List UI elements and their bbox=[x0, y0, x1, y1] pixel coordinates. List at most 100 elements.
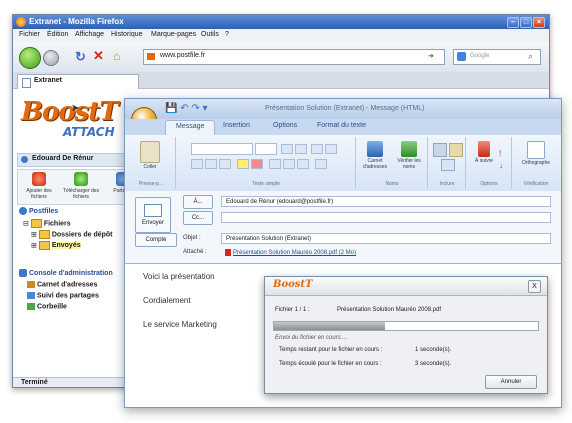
address-book-label: Carnet d'adresses bbox=[362, 158, 388, 170]
bullets-icon[interactable] bbox=[311, 144, 323, 154]
tree-corbeille-label: Corbeille bbox=[37, 303, 67, 311]
tree-postfiles[interactable]: Postfiles bbox=[19, 207, 58, 215]
menu-outils[interactable]: Outils bbox=[201, 31, 219, 38]
to-field[interactable]: Edouard de Rénur (edouard@postfile.fr) bbox=[221, 196, 551, 207]
status-text: Terminé bbox=[21, 379, 48, 386]
expand-icon[interactable]: ⊞ bbox=[31, 242, 39, 249]
bold-icon[interactable] bbox=[191, 159, 203, 169]
go-arrow-icon[interactable]: ➜ bbox=[428, 52, 434, 60]
tree-fichiers[interactable]: ⊟ Fichiers bbox=[23, 219, 71, 228]
group-include: Inclure bbox=[429, 137, 466, 189]
tree-corbeille[interactable]: Corbeille bbox=[27, 303, 67, 310]
file-counter: Fichier 1 / 1 : bbox=[275, 307, 310, 313]
importance-high-icon[interactable]: ! bbox=[499, 149, 501, 158]
menu-fichier[interactable]: Fichier bbox=[19, 31, 40, 38]
font-color-icon[interactable] bbox=[251, 159, 263, 169]
align-right-icon[interactable] bbox=[297, 159, 309, 169]
tree-carnet[interactable]: Carnet d'adresses bbox=[27, 281, 97, 288]
home-icon[interactable]: ⌂ bbox=[113, 49, 120, 63]
folder-icon bbox=[30, 219, 42, 228]
tab-strip: Extranet bbox=[13, 72, 549, 89]
follow-up-button[interactable]: À suivre bbox=[471, 141, 497, 164]
minimize-button[interactable]: – bbox=[507, 17, 519, 28]
tab-extranet[interactable]: Extranet bbox=[17, 74, 139, 89]
shrink-font-icon[interactable] bbox=[295, 144, 307, 154]
spelling-button[interactable]: Orthographe bbox=[517, 141, 555, 166]
console-icon bbox=[19, 269, 27, 277]
group-label: Presse-p... bbox=[138, 181, 164, 187]
flag-icon bbox=[478, 141, 490, 157]
account-button[interactable]: Compte bbox=[135, 233, 177, 247]
cc-field[interactable] bbox=[221, 212, 551, 223]
navigation-toolbar: ↻ ✕ ⌂ www.postfile.fr ➜ Google ⌕ bbox=[13, 42, 549, 73]
folder-icon bbox=[38, 241, 50, 250]
paste-label: Coller bbox=[143, 164, 157, 170]
attach-file-icon[interactable] bbox=[433, 143, 447, 157]
maximize-button[interactable]: □ bbox=[520, 17, 532, 28]
progress-fill bbox=[274, 322, 385, 330]
attach-item-icon[interactable] bbox=[449, 143, 463, 157]
italic-icon[interactable] bbox=[205, 159, 217, 169]
importance-low-icon[interactable]: ↓ bbox=[499, 161, 503, 170]
align-center-icon[interactable] bbox=[283, 159, 295, 169]
address-book-button[interactable]: Carnet d'adresses bbox=[359, 141, 391, 170]
search-icon[interactable]: ⌕ bbox=[528, 51, 533, 62]
numbering-icon[interactable] bbox=[325, 144, 337, 154]
menu-marque-pages[interactable]: Marque-pages bbox=[151, 31, 196, 38]
back-arrow-icon[interactable] bbox=[19, 47, 41, 69]
to-button[interactable]: À... bbox=[183, 195, 213, 209]
cancel-button[interactable]: Annuler bbox=[485, 375, 537, 389]
expand-icon[interactable]: ⊟ bbox=[23, 220, 31, 227]
underline-icon[interactable] bbox=[219, 159, 231, 169]
grow-font-icon[interactable] bbox=[281, 144, 293, 154]
spelling-label: Orthographe bbox=[521, 160, 551, 166]
forward-arrow-icon[interactable] bbox=[43, 50, 59, 66]
cc-button[interactable]: Cc... bbox=[183, 211, 213, 225]
check-names-label: Vérifier les noms bbox=[397, 158, 421, 170]
send-button[interactable]: Envoyer bbox=[135, 197, 171, 233]
menu-edition[interactable]: Édition bbox=[47, 31, 68, 38]
highlight-icon[interactable] bbox=[237, 159, 249, 169]
url-bar[interactable]: www.postfile.fr ➜ bbox=[143, 49, 445, 65]
dialog-close-button[interactable]: X bbox=[528, 280, 541, 293]
dialog-logo: BoostT bbox=[273, 279, 313, 290]
add-files-button[interactable]: Ajouter des fichiers bbox=[20, 172, 58, 202]
group-label: Options bbox=[480, 181, 498, 187]
download-files-button[interactable]: Télécharger des fichiers bbox=[62, 172, 100, 202]
search-input[interactable]: Google ⌕ bbox=[453, 49, 541, 65]
message-title-bar[interactable]: 💾 ↶ ↷ ▾ Présentation Solution (Extranet)… bbox=[125, 99, 561, 119]
signature-icon[interactable] bbox=[441, 159, 455, 171]
quick-access-icons[interactable]: 💾 ↶ ↷ ▾ bbox=[165, 103, 208, 114]
check-names-button[interactable]: Vérifier les noms bbox=[393, 141, 425, 170]
font-name-select[interactable] bbox=[191, 143, 253, 155]
tab-insertion[interactable]: Insertion bbox=[223, 122, 250, 129]
menu-historique[interactable]: Historique bbox=[111, 31, 143, 38]
tree-envoyes[interactable]: ⊞ Envoyés bbox=[31, 241, 81, 250]
browser-title-bar[interactable]: Extranet - Mozilla Firefox – □ × bbox=[13, 15, 549, 29]
subject-field[interactable]: Présentation Solution (Extranet) bbox=[221, 233, 551, 244]
upload-progress-dialog: BoostT X Fichier 1 / 1 : Présentation So… bbox=[264, 276, 548, 394]
font-size-select[interactable] bbox=[255, 143, 277, 155]
attachment-link[interactable]: Présentation Solution Mauréo 2008.pdf (2… bbox=[225, 249, 356, 256]
expand-icon[interactable]: ⊞ bbox=[31, 231, 39, 238]
paste-button[interactable]: Coller bbox=[135, 141, 165, 170]
indent-icon[interactable] bbox=[315, 159, 327, 169]
attachment-name: Présentation Solution Mauréo 2008.pdf (2… bbox=[233, 250, 357, 257]
progress-bar bbox=[273, 321, 539, 331]
tree-suivi-label: Suivi des partages bbox=[37, 292, 99, 300]
tree-suivi[interactable]: Suivi des partages bbox=[27, 292, 99, 299]
dialog-title-bar[interactable]: BoostT X bbox=[265, 277, 547, 296]
tab-format[interactable]: Format du texte bbox=[317, 122, 366, 129]
stop-icon[interactable]: ✕ bbox=[93, 48, 104, 64]
tree-carnet-label: Carnet d'adresses bbox=[37, 281, 98, 289]
menu-help[interactable]: ? bbox=[225, 31, 229, 38]
menu-affichage[interactable]: Affichage bbox=[75, 31, 104, 38]
reload-icon[interactable]: ↻ bbox=[75, 49, 86, 65]
align-left-icon[interactable] bbox=[269, 159, 281, 169]
tab-options[interactable]: Options bbox=[273, 122, 297, 129]
google-icon bbox=[457, 52, 466, 61]
tree-console[interactable]: Console d'administration bbox=[19, 269, 113, 277]
close-button[interactable]: × bbox=[533, 17, 545, 28]
tree-dossiers-label: Dossiers de dépôt bbox=[51, 231, 113, 239]
tree-dossiers[interactable]: ⊞ Dossiers de dépôt bbox=[31, 230, 113, 239]
